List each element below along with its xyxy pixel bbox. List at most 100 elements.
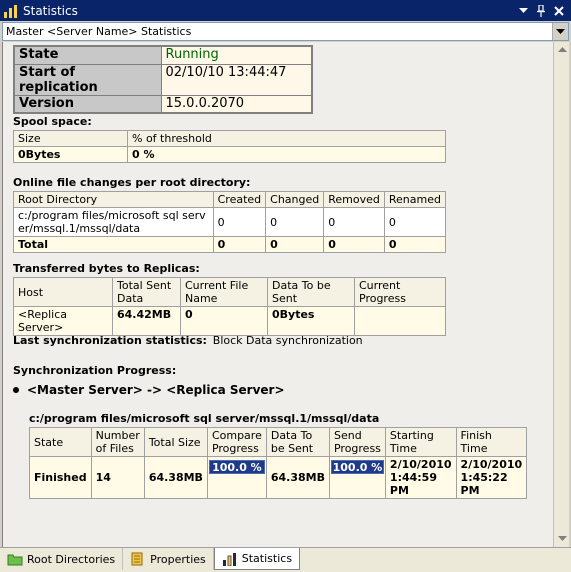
renamed-header: Renamed	[383, 191, 447, 208]
bottom-tabs: Root Directories Properties Statistics	[0, 547, 571, 572]
total-size-header: Total Size	[143, 427, 208, 457]
status-row-version: Version 15.0.0.2070	[13, 94, 313, 114]
total-sent-data-header: Total Sent Data	[112, 277, 181, 307]
sync-pair: <Master Server> -> <Replica Server>	[13, 383, 285, 397]
starting-time-header: Starting Time	[384, 427, 457, 457]
removed-header: Removed	[323, 191, 385, 208]
scenario-dropdown-button[interactable]	[552, 23, 568, 40]
start-of-replication-label: Start of replication	[13, 63, 162, 96]
finish-time-header: Finish Time	[455, 427, 528, 457]
sync-path: c:/program files/microsoft sql server/ms…	[29, 412, 380, 425]
host-header: Host	[13, 277, 113, 307]
sync-data-to-be-sent-cell: 64.38MB	[265, 456, 330, 499]
finish-time-cell: 2/10/2010 1:45:22 PM	[455, 456, 528, 499]
number-of-files-header: Number of Files	[90, 427, 145, 457]
total-label: Total	[13, 236, 214, 253]
last-sync-value: Block Data synchronization	[212, 334, 363, 347]
spool-threshold-value: 0 %	[127, 146, 446, 163]
send-progress-bar: 100.0 %	[330, 460, 384, 474]
changed-header: Changed	[265, 191, 325, 208]
spool-threshold-header: % of threshold	[127, 130, 446, 147]
tab-root-directories-label: Root Directories	[27, 552, 116, 566]
table-row: c:/program files/microsoft sql server/ms…	[13, 207, 447, 237]
status-table: State Running Start of replication 02/10…	[13, 45, 313, 114]
compare-progress-bar: 100.0 %	[208, 460, 265, 474]
tab-properties[interactable]: Properties	[123, 548, 214, 570]
current-progress-cell	[354, 306, 446, 336]
total-row: Total 0 0 0 0	[13, 236, 447, 253]
host-cell: <Replica Server>	[13, 306, 113, 336]
sync-state-header: State	[29, 427, 92, 457]
status-row-start: Start of replication 02/10/10 13:44:47	[13, 63, 313, 96]
statistics-icon	[222, 552, 236, 566]
pin-icon	[537, 4, 545, 17]
chevron-down-icon	[557, 536, 567, 541]
folder-icon	[7, 554, 23, 566]
state-value: Running	[160, 45, 313, 65]
transferred-bytes-table: Host Total Sent Data Current File Name D…	[13, 277, 446, 336]
properties-icon	[131, 552, 143, 566]
close-button[interactable]	[553, 5, 565, 17]
data-to-be-sent-header: Data To be Sent	[267, 277, 355, 307]
chevron-down-icon	[518, 7, 528, 13]
online-file-changes-table: Root Directory Created Changed Removed R…	[13, 191, 447, 253]
chevron-up-icon	[557, 47, 567, 52]
total-created: 0	[212, 236, 267, 253]
starting-time-cell: 2/10/2010 1:44:59 PM	[384, 456, 457, 499]
total-renamed: 0	[383, 236, 447, 253]
scroll-up-button[interactable]	[554, 42, 570, 58]
window-title: Statistics	[23, 3, 78, 18]
version-value: 15.0.0.2070	[160, 94, 313, 114]
tab-root-directories[interactable]: Root Directories	[0, 548, 124, 570]
current-progress-header: Current Progress	[354, 277, 446, 307]
start-of-replication-value: 02/10/10 13:44:47	[160, 63, 313, 96]
data-to-be-sent-cell: 0Bytes	[267, 306, 355, 336]
tab-statistics[interactable]: Statistics	[213, 548, 301, 570]
spool-space-table: Size % of threshold 0Bytes 0 %	[13, 130, 446, 163]
send-progress-cell: 100.0 %	[328, 456, 386, 499]
statistics-content: State Running Start of replication 02/10…	[2, 42, 553, 547]
current-file-name-cell: 0	[180, 306, 268, 336]
close-icon	[554, 5, 564, 16]
sync-state-cell: Finished	[29, 456, 92, 499]
last-sync-label: Last synchronization statistics:	[13, 334, 207, 347]
number-of-files-cell: 14	[90, 456, 145, 499]
spool-space-title: Spool space:	[13, 115, 92, 128]
vertical-scrollbar[interactable]	[553, 42, 569, 547]
total-removed: 0	[323, 236, 385, 253]
total-size-cell: 64.38MB	[143, 456, 208, 499]
changed-cell: 0	[265, 207, 325, 237]
online-file-changes-title: Online file changes per root directory:	[13, 176, 251, 189]
bullet-icon	[13, 387, 19, 393]
created-header: Created	[212, 191, 267, 208]
compare-progress-cell: 100.0 %	[206, 456, 267, 499]
sync-data-to-be-sent-header: Data To be Sent	[265, 427, 330, 457]
sync-pair-label: <Master Server> -> <Replica Server>	[27, 383, 285, 397]
table-row: Finished 14 64.38MB 100.0 % 64.38MB 100.…	[29, 456, 528, 499]
removed-cell: 0	[323, 207, 385, 237]
compare-progress-header: Compare Progress	[206, 427, 267, 457]
chevron-down-icon	[556, 28, 565, 34]
title-bar: Statistics	[0, 0, 571, 21]
compare-progress-text: 100.0 %	[212, 461, 262, 474]
created-cell: 0	[212, 207, 267, 237]
total-sent-data-cell: 64.42MB	[112, 306, 181, 336]
status-row-state: State Running	[13, 45, 313, 65]
tab-statistics-label: Statistics	[241, 552, 293, 565]
statistics-window: Statistics Master <Server Name> Statisti…	[0, 0, 571, 572]
total-changed: 0	[265, 236, 325, 253]
last-sync-statistics: Last synchronization statistics: Block D…	[13, 334, 363, 347]
spool-size-header: Size	[13, 130, 128, 147]
window-menu-button[interactable]	[517, 5, 529, 17]
root-directory-header: Root Directory	[13, 191, 214, 208]
pin-button[interactable]	[535, 4, 547, 17]
scenario-selector[interactable]: Master <Server Name> Statistics	[2, 22, 569, 41]
version-label: Version	[13, 94, 162, 114]
root-directory-cell: c:/program files/microsoft sql server/ms…	[13, 207, 214, 237]
tab-properties-label: Properties	[150, 552, 206, 566]
current-file-name-header: Current File Name	[180, 277, 268, 307]
scroll-down-button[interactable]	[554, 531, 570, 547]
statistics-icon	[4, 4, 17, 18]
sync-progress-table: State Number of Files Total Size Compare…	[29, 427, 528, 499]
state-label: State	[13, 45, 162, 65]
